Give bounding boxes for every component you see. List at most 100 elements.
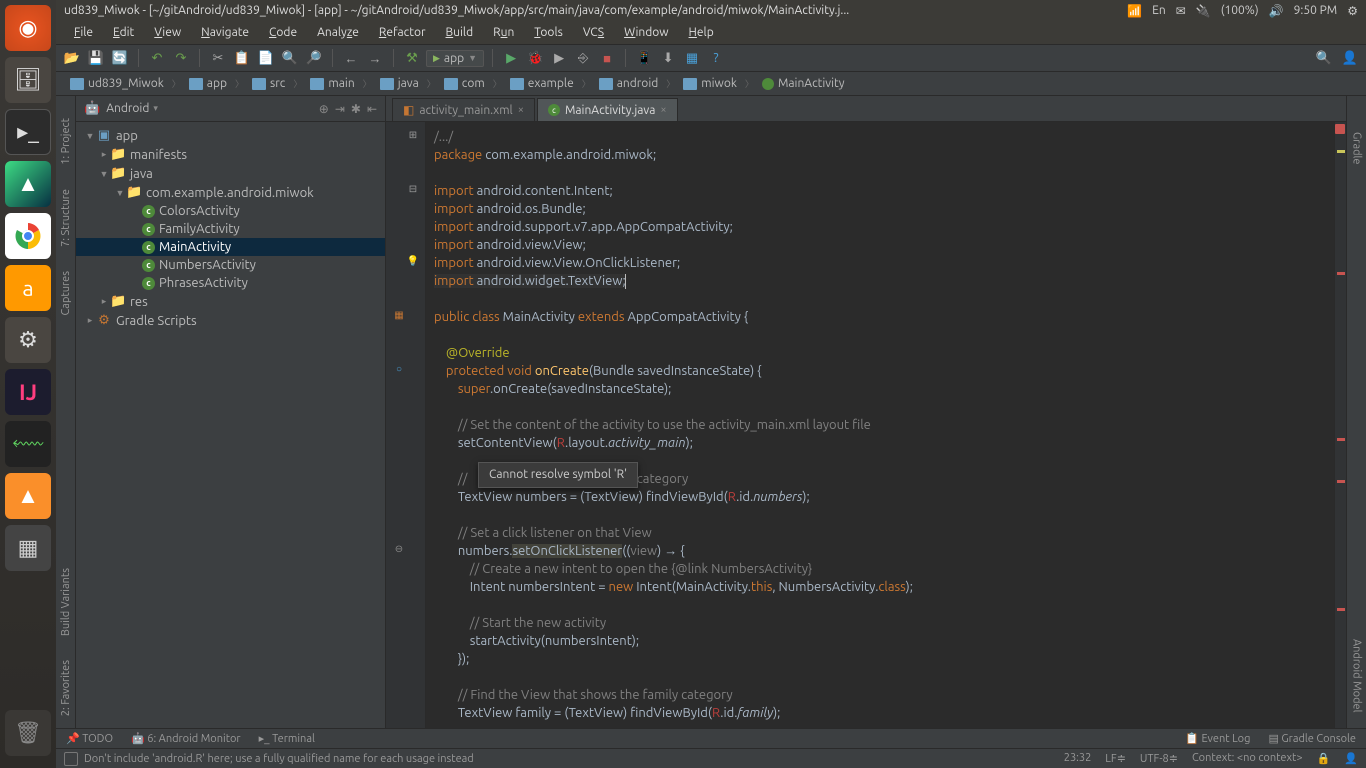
debug-icon[interactable]: 🐞 — [525, 48, 545, 68]
tab-structure[interactable]: 7: Structure — [60, 189, 72, 247]
tab-activity-main[interactable]: ◧activity_main.xml× — [392, 98, 535, 121]
menu-code[interactable]: Code — [261, 24, 305, 41]
tree-numbers[interactable]: cNumbersActivity — [76, 256, 385, 274]
editor-gutter[interactable]: ⊞ ⊟ 💡 ▦ ○ ⊖ — [386, 122, 426, 728]
sdk-icon[interactable]: ⬇ — [658, 48, 678, 68]
menu-view[interactable]: View — [146, 24, 189, 41]
bc-src[interactable]: src — [246, 76, 291, 91]
error-stripe[interactable] — [1334, 122, 1346, 728]
make-icon[interactable]: ⚒ — [402, 48, 422, 68]
tree-phrases[interactable]: cPhrasesActivity — [76, 274, 385, 292]
open-icon[interactable]: 📂 — [62, 48, 82, 68]
status-lineending[interactable]: LF≑ — [1105, 752, 1126, 765]
project-tree[interactable]: ▼▣app ▸📁manifests ▼📁java ▼📁com.example.a… — [76, 122, 385, 728]
tree-gradle[interactable]: ▸⚙Gradle Scripts — [76, 311, 385, 330]
bc-java[interactable]: java — [374, 76, 425, 91]
tree-manifests[interactable]: ▸📁manifests — [76, 145, 385, 164]
status-lock-icon[interactable]: 🔒 — [1317, 752, 1331, 765]
replace-icon[interactable]: 🔎 — [304, 48, 324, 68]
error-summary-icon[interactable] — [1335, 124, 1345, 134]
menu-build[interactable]: Build — [438, 24, 482, 41]
lang-indicator[interactable]: En — [1152, 4, 1166, 17]
tab-main-activity[interactable]: cMainActivity.java× — [537, 98, 678, 121]
avatar-icon[interactable]: 👤 — [1340, 48, 1360, 68]
close-icon[interactable]: × — [518, 104, 524, 116]
run-config-select[interactable]: ▶app▼ — [426, 50, 484, 67]
save-icon[interactable]: 💾 — [86, 48, 106, 68]
layout-icon[interactable]: ▦ — [682, 48, 702, 68]
terminal-icon[interactable]: ▸_ — [5, 109, 51, 155]
battery-icon[interactable]: 🔌 — [1196, 4, 1211, 18]
tab-android-model[interactable]: Android Model — [1351, 639, 1363, 712]
help-icon[interactable]: ? — [706, 48, 726, 68]
search-everywhere-icon[interactable]: 🔍 — [1314, 48, 1334, 68]
bc-main[interactable]: main — [304, 76, 360, 91]
system-monitor-icon[interactable]: ⬳ — [5, 421, 51, 467]
app-icon[interactable]: ▦ — [5, 525, 51, 571]
copy-icon[interactable]: 📋 — [232, 48, 252, 68]
menu-edit[interactable]: Edit — [105, 24, 142, 41]
tab-todo[interactable]: 📌 TODO — [66, 732, 113, 745]
tree-main[interactable]: cMainActivity — [76, 238, 385, 256]
profile-icon[interactable]: ▶ — [549, 48, 569, 68]
project-view-select[interactable]: Android — [106, 102, 149, 115]
code-editor[interactable]: /.../ package com.example.android.miwok;… — [426, 122, 1334, 728]
collapse-icon[interactable]: ⊕ — [319, 102, 329, 116]
bc-class[interactable]: MainActivity — [756, 76, 851, 91]
status-hector-icon[interactable]: 👤 — [1344, 752, 1358, 765]
gear-icon[interactable]: ⚙ — [1347, 4, 1358, 18]
tab-terminal[interactable]: ▸_ Terminal — [259, 732, 315, 745]
sync-icon[interactable]: 🔄 — [110, 48, 130, 68]
find-icon[interactable]: 🔍 — [280, 48, 300, 68]
menu-vcs[interactable]: VCS — [575, 24, 612, 41]
tab-android-monitor[interactable]: 🤖 6: Android Monitor — [131, 732, 241, 745]
bc-android[interactable]: android — [593, 76, 665, 91]
tab-event-log[interactable]: 📋 Event Log — [1185, 732, 1250, 745]
tab-captures[interactable]: Captures — [60, 271, 72, 315]
files-icon[interactable]: 🗄 — [5, 57, 51, 103]
chrome-icon[interactable] — [5, 213, 51, 259]
tab-gradle[interactable]: Gradle — [1351, 132, 1363, 165]
forward-icon[interactable]: → — [365, 48, 385, 68]
tree-pkg[interactable]: ▼📁com.example.android.miwok — [76, 183, 385, 202]
tree-family[interactable]: cFamilyActivity — [76, 220, 385, 238]
amazon-icon[interactable]: a — [5, 265, 51, 311]
tab-build-variants[interactable]: Build Variants — [60, 568, 72, 636]
tree-res[interactable]: ▸📁res — [76, 292, 385, 311]
run-icon[interactable]: ▶ — [501, 48, 521, 68]
bc-com[interactable]: com — [438, 76, 491, 91]
cut-icon[interactable]: ✂ — [208, 48, 228, 68]
intellij-icon[interactable]: IJ — [5, 369, 51, 415]
status-encoding[interactable]: UTF-8≑ — [1140, 752, 1178, 765]
status-toggle-icon[interactable] — [64, 752, 78, 766]
stop-icon[interactable]: ■ — [597, 48, 617, 68]
bc-miwok[interactable]: miwok — [677, 76, 743, 91]
clock[interactable]: 9:50 PM — [1294, 4, 1338, 17]
bc-app[interactable]: app — [183, 76, 233, 91]
menu-navigate[interactable]: Navigate — [193, 24, 257, 41]
trash-icon[interactable]: 🗑 — [5, 710, 51, 756]
wifi-icon[interactable]: 📶 — [1127, 4, 1142, 18]
hide-icon[interactable]: ⇤ — [367, 102, 377, 116]
avd-icon[interactable]: 📱 — [634, 48, 654, 68]
redo-icon[interactable]: ↷ — [171, 48, 191, 68]
tree-app[interactable]: ▼▣app — [76, 126, 385, 145]
attach-icon[interactable]: ⎆ — [573, 48, 593, 68]
menu-tools[interactable]: Tools — [526, 24, 571, 41]
status-context[interactable]: Context: <no context> — [1192, 752, 1303, 765]
volume-icon[interactable]: 🔊 — [1269, 4, 1284, 18]
menu-window[interactable]: Window — [616, 24, 676, 41]
tab-gradle-console[interactable]: ▤ Gradle Console — [1268, 732, 1356, 745]
vlc-icon[interactable]: ▲ — [5, 473, 51, 519]
menu-run[interactable]: Run — [485, 24, 522, 41]
undo-icon[interactable]: ↶ — [147, 48, 167, 68]
ubuntu-dash-icon[interactable]: ◉ — [5, 5, 51, 51]
scroll-icon[interactable]: ⇥ — [335, 102, 345, 116]
settings-icon[interactable]: ⚙ — [5, 317, 51, 363]
tab-project[interactable]: 1: Project — [60, 118, 72, 165]
paste-icon[interactable]: 📄 — [256, 48, 276, 68]
menu-file[interactable]: File — [66, 24, 101, 41]
tree-java[interactable]: ▼📁java — [76, 164, 385, 183]
tree-colors[interactable]: cColorsActivity — [76, 202, 385, 220]
back-icon[interactable]: ← — [341, 48, 361, 68]
